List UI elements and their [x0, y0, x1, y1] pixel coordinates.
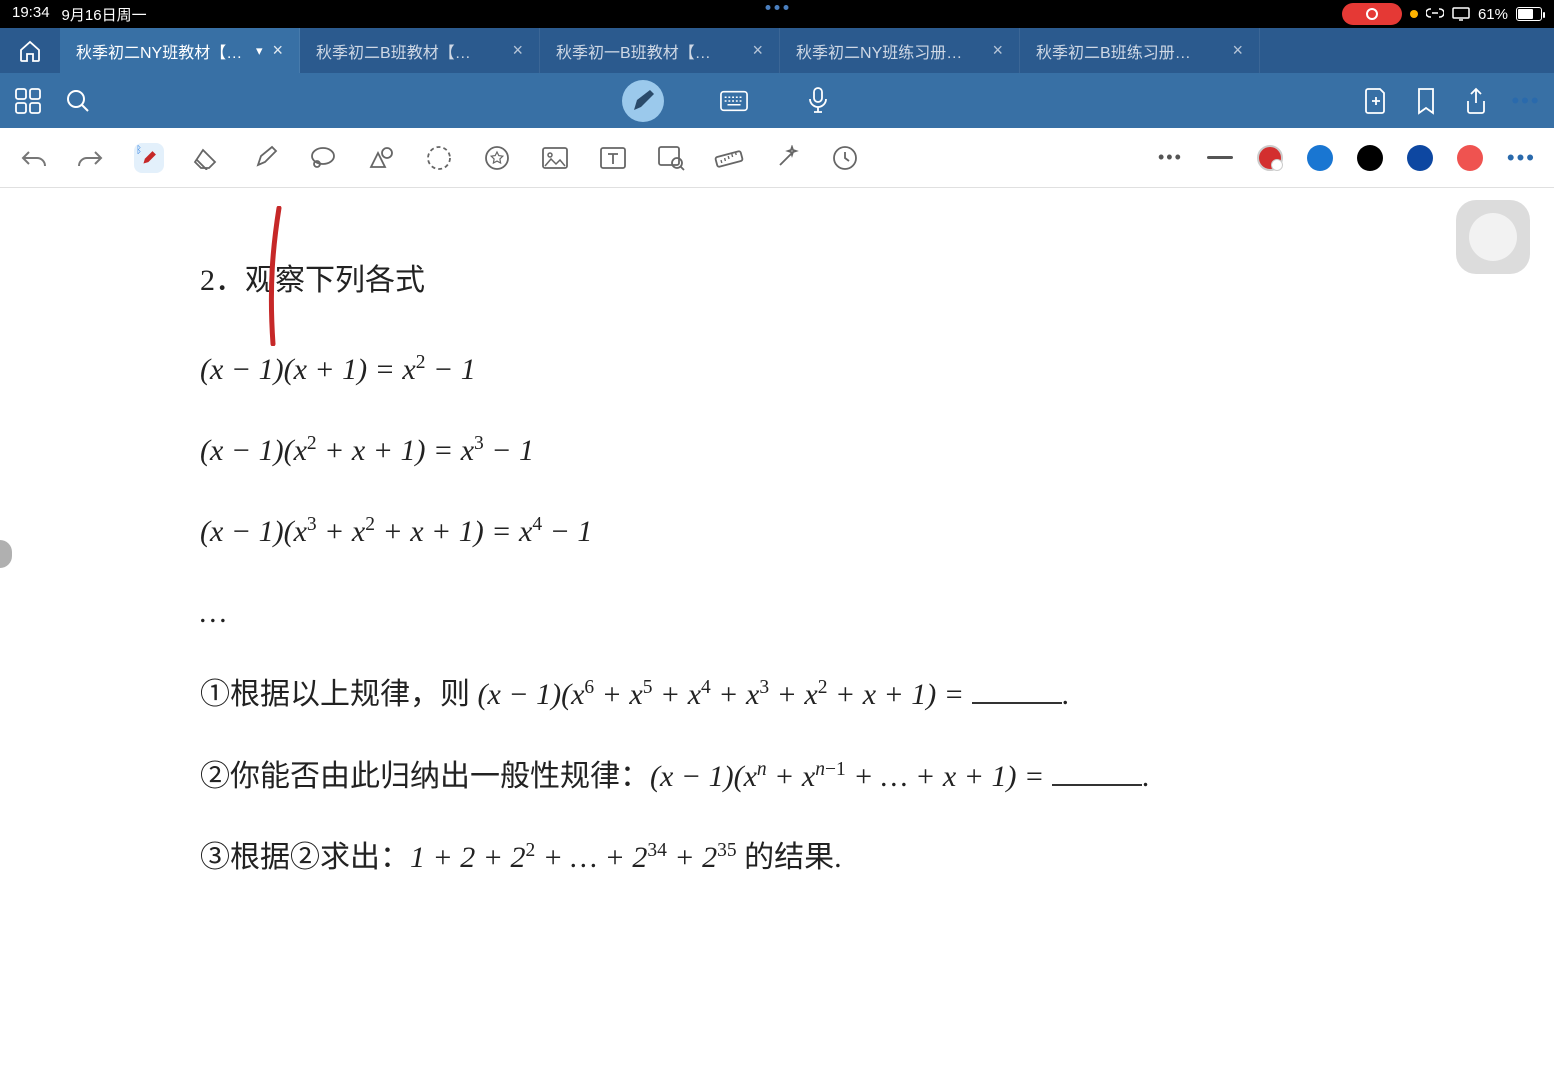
bookmark-icon[interactable] — [1412, 87, 1440, 115]
image-tool-button[interactable] — [540, 143, 570, 173]
color-more-icon[interactable]: ••• — [1507, 145, 1536, 171]
equation-2: (x − 1)(x2 + x + 1) = x3 − 1 — [200, 428, 1354, 473]
battery-icon — [1516, 7, 1542, 21]
highlighter-tool-button[interactable] — [250, 143, 280, 173]
pen-tool-button[interactable]: ᛒ — [134, 143, 164, 173]
battery-percent: 61% — [1478, 6, 1508, 23]
line-weight-button[interactable] — [1207, 156, 1233, 159]
shapes-tool-button[interactable] — [366, 143, 396, 173]
tab-item[interactable]: 秋季初一B班教材【含封面】 × — [540, 28, 780, 73]
ruler-tool-button[interactable] — [714, 143, 744, 173]
tab-active[interactable]: 秋季初二NY班教材【含... ▾ × — [60, 28, 300, 73]
tab-label: 秋季初二NY班教材【含... — [76, 39, 246, 63]
tab-label: 秋季初一B班教材【含封面】 — [556, 39, 726, 63]
tab-item[interactable]: 秋季初二NY班练习册【含... × — [780, 28, 1020, 73]
color-swatch-salmon[interactable] — [1457, 145, 1483, 171]
pen-mode-button[interactable] — [622, 80, 664, 122]
eraser-tool-button[interactable] — [192, 143, 222, 173]
more-icon[interactable]: ••• — [1512, 87, 1540, 115]
question-1: ①根据以上规律，则 (x − 1)(x6 + x5 + x4 + x3 + x2… — [200, 671, 1354, 717]
stamp-tool-button[interactable] — [482, 143, 512, 173]
document-canvas[interactable]: 2．观察下列各式 (x − 1)(x + 1) = x2 − 1 (x − 1)… — [0, 188, 1554, 1080]
toolbar-more-icon[interactable]: ••• — [1158, 147, 1183, 168]
close-icon[interactable]: × — [1233, 40, 1244, 61]
tab-item[interactable]: 秋季初二B班练习册【含封... × — [1020, 28, 1260, 73]
assistive-touch-inner — [1469, 213, 1517, 261]
color-swatch-navy[interactable] — [1407, 145, 1433, 171]
grid-icon[interactable] — [14, 87, 42, 115]
close-icon[interactable]: × — [753, 40, 764, 61]
share-icon[interactable] — [1462, 87, 1490, 115]
magic-wand-button[interactable] — [772, 143, 802, 173]
bluetooth-indicator-icon: ᛒ — [136, 145, 142, 156]
tab-label: 秋季初二B班练习册【含封... — [1036, 39, 1206, 63]
system-handle[interactable] — [766, 5, 789, 10]
search-icon[interactable] — [64, 87, 92, 115]
close-icon[interactable]: × — [513, 40, 524, 61]
lasso-tool-button[interactable] — [308, 143, 338, 173]
color-swatch-blue[interactable] — [1307, 145, 1333, 171]
close-icon[interactable]: × — [993, 40, 1004, 61]
link-icon — [1426, 8, 1444, 20]
dot-indicator-icon — [1410, 10, 1418, 18]
undo-button[interactable] — [18, 143, 48, 173]
equation-1: (x − 1)(x + 1) = x2 − 1 — [200, 347, 1354, 392]
dashed-selection-button[interactable] — [424, 143, 454, 173]
text-box-button[interactable] — [598, 143, 628, 173]
problem-heading: 2．观察下列各式 — [200, 258, 1354, 303]
tab-bar: 秋季初二NY班教材【含... ▾ × 秋季初二B班教材【含封面】 × 秋季初一B… — [0, 28, 1554, 73]
status-bar: 19:34 9月16日周一 61% — [0, 0, 1554, 28]
status-date: 9月16日周一 — [62, 4, 147, 25]
microphone-icon[interactable] — [804, 87, 832, 115]
status-time: 19:34 — [12, 4, 50, 25]
app-bar: ••• — [0, 73, 1554, 128]
keyboard-icon[interactable] — [720, 87, 748, 115]
question-2: ②你能否由此归纳出一般性规律：(x − 1)(xn + xn−1 + … + x… — [200, 753, 1354, 799]
redo-button[interactable] — [76, 143, 106, 173]
new-page-icon[interactable] — [1362, 87, 1390, 115]
screen-record-indicator[interactable] — [1342, 3, 1402, 25]
screen-icon — [1452, 7, 1470, 21]
question-3: ③根据②求出：1 + 2 + 22 + … + 234 + 235 的结果. — [200, 835, 1354, 880]
assistive-touch-button[interactable] — [1456, 200, 1530, 274]
tab-label: 秋季初二B班教材【含封面】 — [316, 39, 486, 63]
home-button[interactable] — [0, 28, 60, 73]
drawing-toolbar: ᛒ ••• ••• — [0, 128, 1554, 188]
chevron-down-icon[interactable]: ▾ — [256, 43, 263, 59]
close-icon[interactable]: × — [273, 40, 284, 61]
color-swatch-red[interactable] — [1257, 145, 1283, 171]
color-swatch-black[interactable] — [1357, 145, 1383, 171]
equation-3: (x − 1)(x3 + x2 + x + 1) = x4 − 1 — [200, 509, 1354, 554]
tab-item[interactable]: 秋季初二B班教材【含封面】 × — [300, 28, 540, 73]
image-search-button[interactable] — [656, 143, 686, 173]
clock-button[interactable] — [830, 143, 860, 173]
tab-label: 秋季初二NY班练习册【含... — [796, 39, 966, 63]
ellipsis: … — [200, 590, 1354, 635]
